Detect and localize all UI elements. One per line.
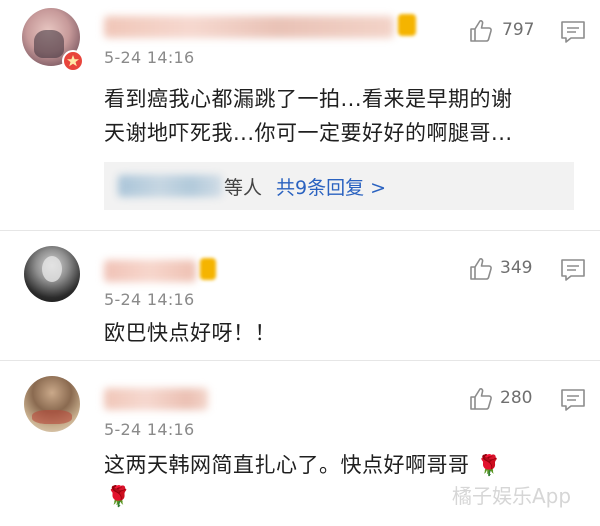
thumbs-up-icon	[470, 20, 492, 42]
vip-badge-icon	[200, 258, 216, 280]
username-blurred[interactable]	[104, 260, 196, 282]
username-blurred[interactable]	[104, 388, 208, 410]
replies-link[interactable]: 共9条回复 >	[276, 173, 386, 200]
watermark-text: 橘子娱乐App	[452, 484, 572, 508]
like-button[interactable]: 280	[468, 386, 548, 414]
vip-badge-icon	[398, 14, 416, 36]
replies-suffix: 等人	[224, 177, 263, 199]
rose-icon: 🌹	[106, 484, 131, 508]
username-blurred[interactable]	[104, 16, 394, 38]
comment-text-line: 欧巴快点好呀！！	[104, 321, 276, 345]
comment-icon[interactable]	[560, 258, 586, 282]
like-count: 280	[500, 388, 533, 408]
comment-time: 5-24 14:16	[104, 48, 195, 67]
comment-1: 5-24 14:16 797 看到癌我心都漏跳了一拍...看来是早期的谢 天谢地…	[0, 0, 600, 232]
like-count: 349	[500, 258, 533, 278]
thumbs-up-icon	[470, 388, 492, 410]
divider	[0, 360, 600, 361]
like-count: 797	[502, 20, 535, 40]
like-button[interactable]: 349	[468, 256, 548, 284]
comment-icon[interactable]	[560, 20, 586, 44]
comment-text-line: 看到癌我心都漏跳了一拍...看来是早期的谢	[104, 87, 513, 111]
divider	[0, 230, 600, 231]
comment-text-line: 这两天韩网简直扎心了。快点好啊哥哥 🌹	[104, 446, 502, 484]
replier-names-blurred	[118, 175, 222, 197]
user-avatar[interactable]	[24, 246, 80, 302]
replies-box[interactable]: 等人 共9条回复 >	[104, 162, 574, 210]
comment-2: 5-24 14:16 349 欧巴快点好呀！！	[0, 232, 600, 362]
comment-text-line: 天谢地吓死我...你可一定要好好的啊腿哥...	[104, 121, 513, 145]
comment-time: 5-24 14:16	[104, 420, 195, 439]
comment-icon[interactable]	[560, 388, 586, 412]
comment-text: 这两天韩网简直扎心了。快点好啊哥哥	[104, 453, 470, 477]
comment-time: 5-24 14:16	[104, 290, 195, 309]
verified-badge-icon	[62, 50, 84, 72]
rose-icon: 🌹	[476, 453, 503, 477]
user-avatar[interactable]	[24, 376, 80, 432]
like-button[interactable]: 797	[468, 18, 548, 46]
thumbs-up-icon	[470, 258, 492, 280]
